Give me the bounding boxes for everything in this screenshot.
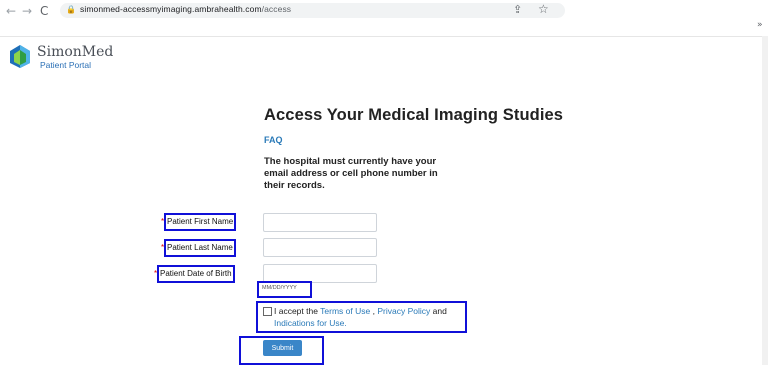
browser-toolbar: ← → C 🔒 simonmed-accessmyimaging.ambrahe…: [0, 0, 768, 22]
indications-for-use-link[interactable]: Indications for Use.: [274, 318, 347, 328]
and-text: and: [432, 306, 447, 316]
url-host: simonmed-accessmyimaging.ambrahealth.com: [80, 4, 262, 14]
first-name-label: Patient First Name: [164, 213, 237, 231]
scrollbar[interactable]: [762, 36, 768, 365]
accept-prefix: I accept the: [274, 306, 318, 316]
share-icon[interactable]: ⇪: [513, 3, 522, 16]
lock-icon[interactable]: 🔒: [66, 5, 76, 14]
dob-format-hint: MM/DD/YYYY: [262, 285, 297, 291]
simonmed-logo-icon: [10, 45, 30, 68]
terms-of-use-link[interactable]: Terms of Use: [320, 306, 370, 316]
dob-label: Patient Date of Birth: [157, 265, 235, 283]
last-name-label: Patient Last Name: [164, 239, 236, 257]
page-title: Access Your Medical Imaging Studies: [264, 106, 564, 124]
bookmark-star-icon[interactable]: ☆: [538, 2, 549, 16]
privacy-policy-link[interactable]: Privacy Policy: [377, 306, 430, 316]
brand-name: SimonMed: [37, 44, 114, 60]
overflow-chevron-icon[interactable]: »: [757, 20, 763, 30]
faq-link[interactable]: FAQ: [264, 135, 283, 145]
submit-button[interactable]: Submit: [263, 340, 302, 356]
page-description: The hospital must currently have your em…: [264, 156, 438, 191]
accept-terms-checkbox[interactable]: [263, 307, 272, 316]
url-text[interactable]: simonmed-accessmyimaging.ambrahealth.com…: [80, 4, 291, 14]
url-path: /access: [261, 4, 292, 14]
reload-icon[interactable]: C: [40, 4, 48, 18]
forward-arrow-icon[interactable]: →: [22, 4, 32, 18]
brand-subtitle: Patient Portal: [40, 60, 92, 70]
last-name-input[interactable]: [263, 238, 377, 257]
divider: [0, 36, 762, 37]
accept-terms-line: I accept the Terms of Use , Privacy Poli…: [274, 306, 447, 316]
back-arrow-icon[interactable]: ←: [6, 4, 16, 18]
comma: ,: [372, 306, 375, 316]
first-name-input[interactable]: [263, 213, 377, 232]
